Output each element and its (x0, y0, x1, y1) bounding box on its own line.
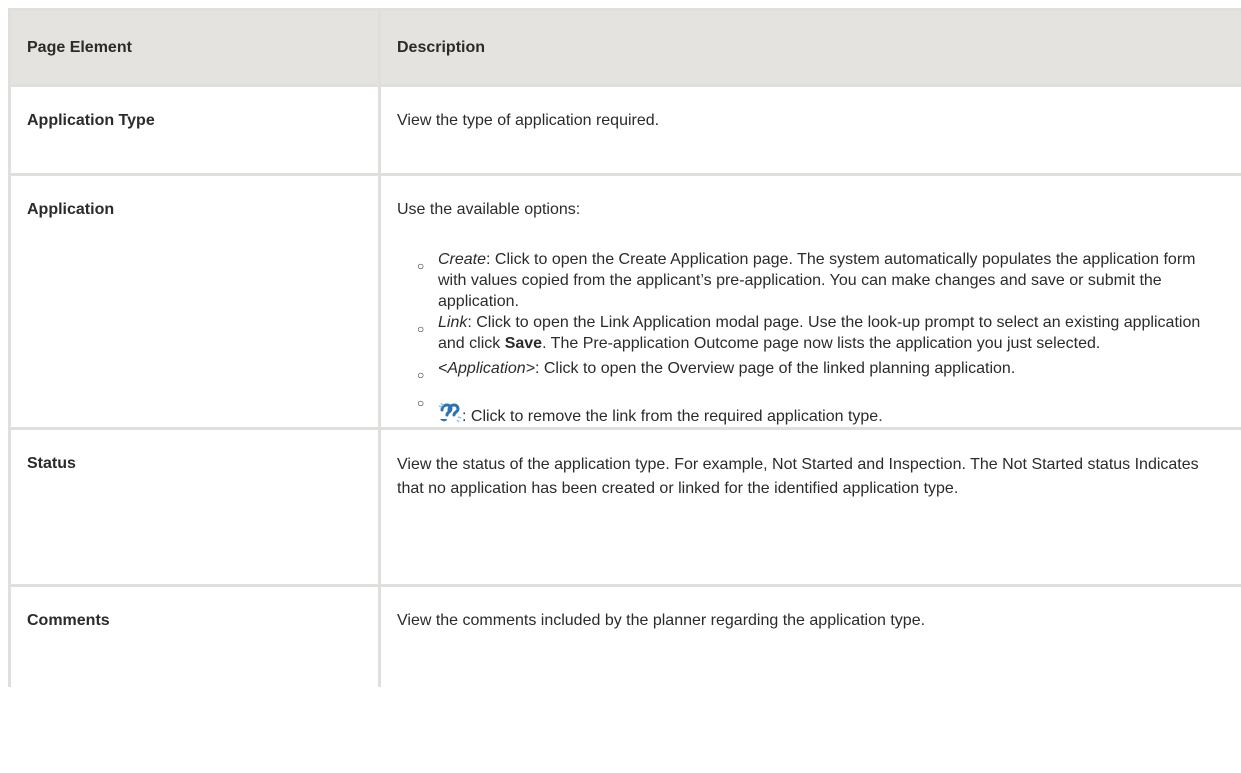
option-text-unlink: : Click to remove the link from the requ… (462, 408, 883, 425)
row-label-application: Application (8, 173, 381, 429)
table-row: Status View the status of the applicatio… (8, 427, 1241, 586)
save-term: Save (504, 335, 543, 352)
header-description: Description (378, 8, 1241, 86)
row-label-comments: Comments (8, 584, 381, 690)
option-application: ○ <Application>: Click to open the Overv… (417, 358, 1225, 382)
table-header-row: Page Element Description (8, 8, 1241, 86)
row-label-application-type: Application Type (8, 84, 381, 175)
bullet-icon: ○ (417, 259, 425, 273)
row-description-application: Use the available options: ○ Create: Cli… (378, 173, 1241, 429)
row-description-application-type: View the type of application required. (378, 84, 1241, 175)
options-list: ○ Create: Click to open the Create Appli… (397, 249, 1225, 427)
header-page-element: Page Element (8, 8, 381, 86)
option-text-link-after: . The Pre-application Outcome page now l… (542, 335, 1101, 352)
table-row: Application Type View the type of applic… (8, 84, 1241, 175)
row-description-status: View the status of the application type.… (378, 427, 1241, 586)
unlink-icon (438, 401, 462, 423)
options-intro: Use the available options: (397, 201, 581, 218)
option-unlink: ○ : Click to remove the link from the re… (417, 393, 1225, 427)
bullet-icon: ○ (417, 396, 425, 410)
bullet-icon: ○ (417, 368, 425, 382)
option-text-create: : Click to open the Create Application p… (438, 251, 1196, 310)
option-term-create: Create (438, 251, 487, 268)
option-text-application: : Click to open the Overview page of the… (534, 360, 1016, 377)
option-link: ○ Link: Click to open the Link Applicati… (417, 312, 1225, 354)
table-row: Application Use the available options: ○… (8, 173, 1241, 429)
row-description-comments: View the comments included by the planne… (378, 584, 1241, 690)
option-create: ○ Create: Click to open the Create Appli… (417, 249, 1225, 312)
row-label-status: Status (8, 427, 381, 586)
option-term-application: <Application> (438, 360, 535, 377)
table-row: Comments View the comments included by t… (8, 584, 1241, 690)
bullet-icon: ○ (417, 322, 425, 336)
page-elements-table: Page Element Description Application Typ… (8, 8, 1241, 690)
option-term-link: Link (438, 314, 468, 331)
